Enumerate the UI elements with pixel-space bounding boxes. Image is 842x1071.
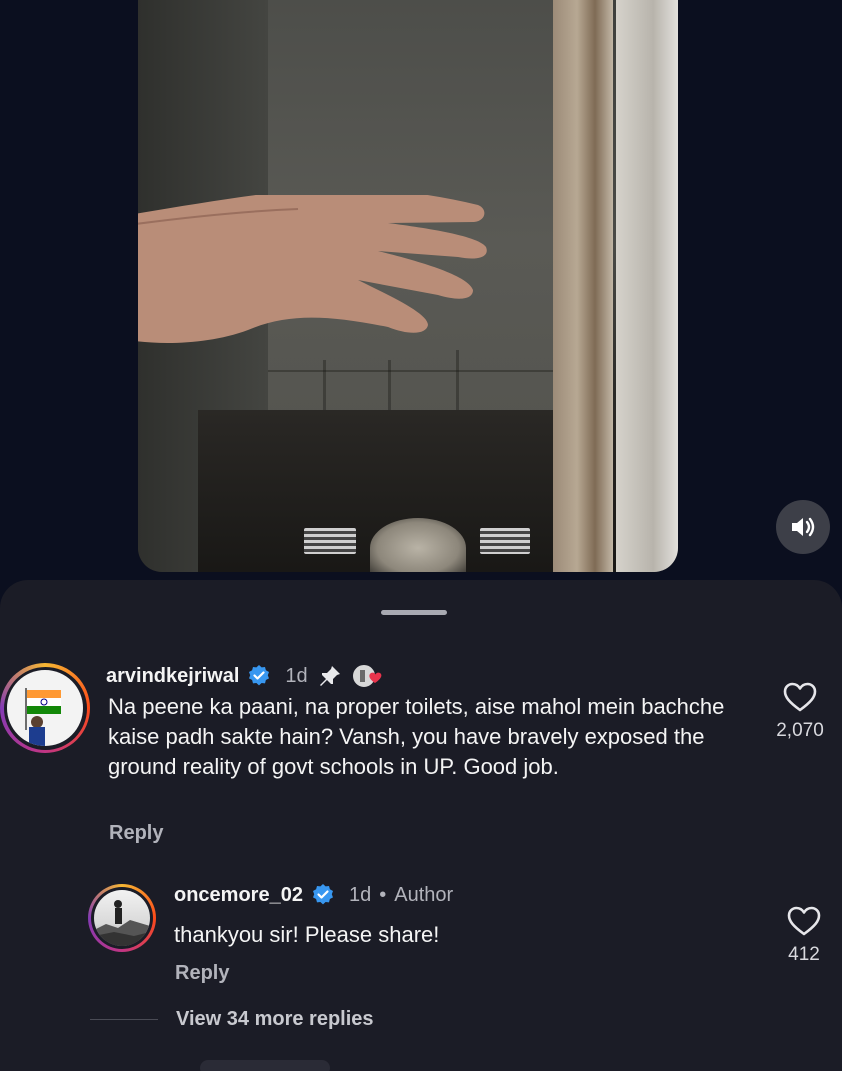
heart-icon[interactable] xyxy=(783,682,817,712)
comment-username[interactable]: oncemore_02 xyxy=(174,884,303,907)
mute-button[interactable] xyxy=(776,500,830,554)
comment-header: arvindkejriwal 1d xyxy=(106,662,386,690)
comments-sheet: arvindkejriwal 1d Na peene ka paani, na … xyxy=(0,580,842,1071)
video-player[interactable] xyxy=(138,0,678,572)
heart-icon[interactable] xyxy=(787,906,821,936)
creator-liked-icon xyxy=(350,662,386,690)
like-column: 412 xyxy=(774,906,834,966)
video-tile-line xyxy=(268,370,558,372)
comment-time: 1d xyxy=(285,664,308,687)
avatar-image xyxy=(94,890,150,946)
like-count: 2,070 xyxy=(776,720,824,741)
separator-dot: • xyxy=(379,883,387,906)
next-comment-peek xyxy=(200,1060,330,1071)
reply-button[interactable]: Reply xyxy=(175,962,229,985)
reply-header: oncemore_02 1d • Author xyxy=(174,883,453,907)
avatar-image xyxy=(7,670,83,746)
view-more-replies[interactable]: View 34 more replies xyxy=(90,1008,374,1031)
author-badge: Author xyxy=(394,883,454,906)
like-column: 2,070 xyxy=(770,682,830,742)
video-door-edge xyxy=(616,0,678,572)
divider-line xyxy=(90,1019,158,1020)
avatar[interactable] xyxy=(88,884,156,952)
reply-button[interactable]: Reply xyxy=(109,822,163,845)
video-door-frame xyxy=(553,0,613,572)
verified-badge-icon xyxy=(311,883,335,907)
comment-username[interactable]: arvindkejriwal xyxy=(106,665,239,688)
video-drain xyxy=(480,528,530,554)
pin-icon xyxy=(318,664,342,688)
comment-text: thankyou sir! Please share! xyxy=(174,922,440,947)
view-more-replies-label[interactable]: View 34 more replies xyxy=(176,1008,374,1031)
like-count: 412 xyxy=(788,944,820,965)
comment-text: Na peene ka paani, na proper toilets, ai… xyxy=(108,694,725,779)
sheet-grab-handle[interactable] xyxy=(381,610,447,615)
video-toilet-pan xyxy=(370,518,466,572)
video-drain xyxy=(304,528,356,554)
speaker-icon xyxy=(792,517,815,537)
avatar[interactable] xyxy=(0,663,90,753)
verified-badge-icon xyxy=(247,664,271,688)
comment-time: 1d xyxy=(348,883,372,906)
video-hand xyxy=(138,195,487,343)
